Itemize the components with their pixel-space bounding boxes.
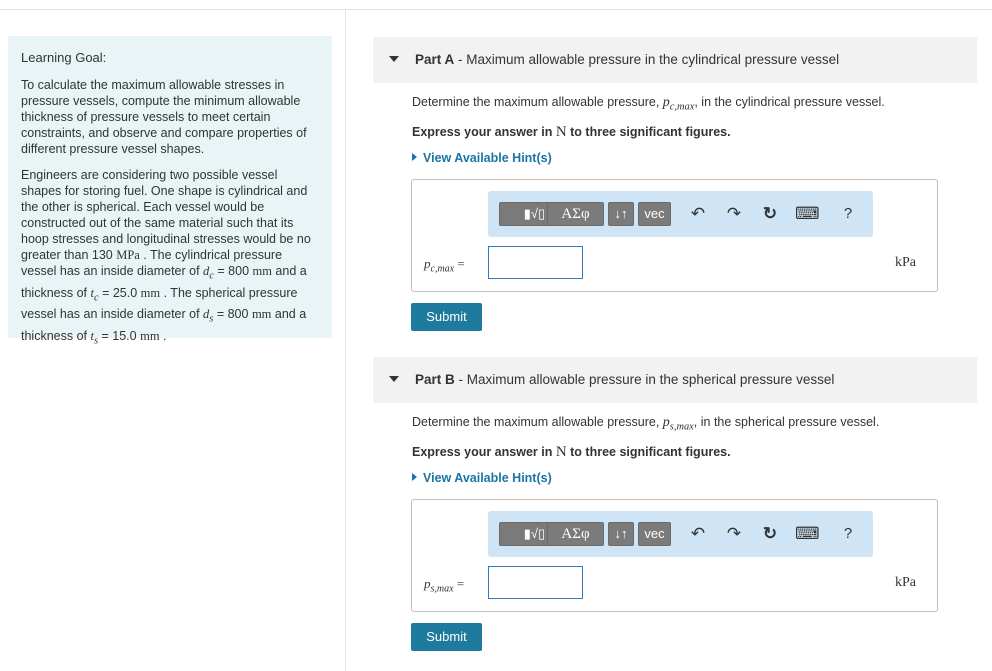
vector-button[interactable]: vec (638, 522, 671, 546)
part-b-answer-box: ▮√▯ ΑΣφ ↓↑ vec ↶ ↷ ↻ ⌨ ? ps,max = kPa (411, 499, 938, 612)
part-b-question: Determine the maximum allowable pressure… (412, 415, 880, 433)
answer-label: ps,max = (424, 576, 465, 595)
keyboard-icon[interactable]: ⌨ (795, 203, 820, 225)
part-b-hint-link[interactable]: View Available Hint(s) (412, 471, 552, 485)
part-a-answer-box: ▮√▯ ΑΣφ ↓↑ vec ↶ ↷ ↻ ⌨ ? pc,max = kPa (411, 179, 938, 292)
keyboard-icon[interactable]: ⌨ (795, 523, 820, 545)
submit-button[interactable]: Submit (411, 303, 482, 331)
expand-arrow-icon (412, 153, 417, 161)
redo-icon[interactable]: ↷ (723, 523, 745, 545)
answer-input[interactable] (488, 246, 583, 279)
part-a-header[interactable]: Part A - Maximum allowable pressure in t… (373, 37, 977, 83)
part-a-question: Determine the maximum allowable pressure… (412, 95, 885, 113)
answer-unit: kPa (895, 575, 916, 590)
greek-symbols-button[interactable]: ΑΣφ (547, 202, 604, 226)
collapse-triangle-icon[interactable] (389, 56, 399, 62)
math-toolbar: ▮√▯ ΑΣφ ↓↑ vec ↶ ↷ ↻ ⌨ ? (488, 511, 873, 557)
redo-icon[interactable]: ↷ (723, 203, 745, 225)
column-divider (345, 10, 346, 671)
answer-input[interactable] (488, 566, 583, 599)
part-b-title: Part B - Maximum allowable pressure in t… (415, 372, 835, 387)
learning-goal-panel: Learning Goal: To calculate the maximum … (8, 36, 332, 346)
submit-button[interactable]: Submit (411, 623, 482, 651)
answer-label: pc,max = (424, 256, 465, 275)
undo-icon[interactable]: ↶ (687, 203, 709, 225)
help-icon[interactable]: ? (837, 203, 859, 225)
undo-icon[interactable]: ↶ (687, 523, 709, 545)
help-icon[interactable]: ? (837, 523, 859, 545)
expand-arrow-icon (412, 473, 417, 481)
math-toolbar: ▮√▯ ΑΣφ ↓↑ vec ↶ ↷ ↻ ⌨ ? (488, 191, 873, 237)
reset-icon[interactable]: ↻ (759, 523, 781, 545)
part-a-hint-link[interactable]: View Available Hint(s) (412, 151, 552, 165)
answer-unit: kPa (895, 255, 916, 270)
learning-goal-title: Learning Goal: (21, 50, 107, 65)
greek-symbols-button[interactable]: ΑΣφ (547, 522, 604, 546)
vector-button[interactable]: vec (638, 202, 671, 226)
part-b-header[interactable]: Part B - Maximum allowable pressure in t… (373, 357, 977, 403)
collapse-triangle-icon[interactable] (389, 376, 399, 382)
subscript-superscript-button[interactable]: ↓↑ (608, 202, 634, 226)
subscript-superscript-button[interactable]: ↓↑ (608, 522, 634, 546)
problem-statement: Engineers are considering two possible v… (21, 168, 311, 346)
part-b-instructions: Express your answer in N to three signif… (412, 444, 731, 460)
part-a-title: Part A - Maximum allowable pressure in t… (415, 52, 840, 67)
reset-icon[interactable]: ↻ (759, 203, 781, 225)
top-border (0, 9, 992, 10)
learning-goal-text: To calculate the maximum allowable stres… (21, 78, 307, 156)
part-a-instructions: Express your answer in N to three signif… (412, 124, 731, 140)
